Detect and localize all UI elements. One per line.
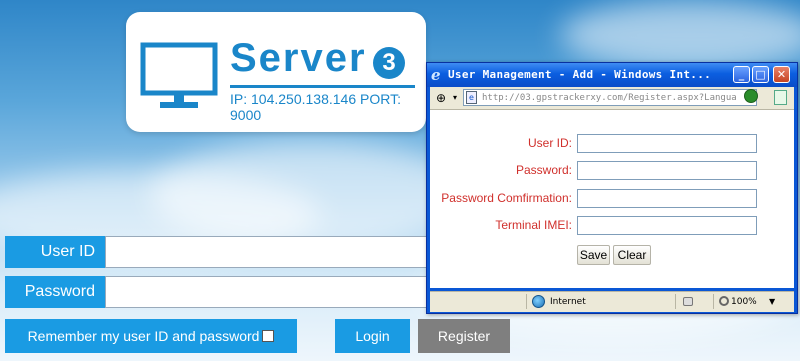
status-divider [526, 294, 527, 309]
protected-mode-icon[interactable] [683, 297, 693, 306]
security-zone: Internet [550, 297, 586, 307]
go-icon[interactable] [744, 89, 758, 103]
reg-user-id-input[interactable] [577, 134, 757, 153]
password-label: Password [5, 276, 105, 308]
cloud-decoration [560, 0, 800, 70]
server-ip-port: IP: 104.250.138.146 PORT: 9000 [230, 91, 401, 123]
status-bar: Internet 100% ▼ [430, 291, 794, 312]
remember-me-checkbox[interactable] [262, 329, 275, 342]
zoom-level[interactable]: 100% [731, 292, 757, 312]
reg-user-id-label: User ID: [527, 136, 572, 150]
address-url: http://03.gpstrackerxy.com/Register.aspx… [482, 93, 737, 103]
logo-divider [230, 85, 415, 88]
minimize-button[interactable]: _ [733, 66, 750, 83]
status-divider [713, 294, 714, 309]
monitor-icon [140, 42, 218, 108]
remember-me-label: Remember my user ID and password [27, 328, 260, 344]
address-field[interactable]: e http://03.gpstrackerxy.com/Register.as… [463, 89, 757, 106]
user-id-label: User ID [5, 236, 105, 268]
user-id-input[interactable] [105, 236, 430, 268]
remember-me-option[interactable]: Remember my user ID and password [5, 319, 297, 353]
reg-password-label: Password: [515, 163, 572, 177]
reg-password-confirm-input[interactable] [577, 189, 757, 208]
close-button[interactable]: ✕ [773, 66, 790, 83]
clear-button[interactable]: Clear [613, 245, 651, 265]
globe-icon [532, 295, 545, 308]
password-input[interactable] [105, 276, 430, 308]
reg-imei-label: Terminal IMEI: [495, 218, 572, 232]
logo-title: Server [230, 36, 367, 80]
logo-number-badge: 3 [373, 47, 405, 79]
zoom-icon[interactable] [719, 296, 729, 306]
window-title-bar[interactable]: e User Management - Add - Windows Int...… [427, 63, 797, 87]
reg-password-input[interactable] [577, 161, 757, 180]
status-divider [675, 294, 676, 309]
chevron-down-icon[interactable]: ▼ [769, 292, 775, 312]
registration-form: User ID: Password: Password Comfirmation… [430, 110, 794, 288]
window-title: User Management - Add - Windows Int... [448, 68, 712, 81]
login-button[interactable]: Login [335, 319, 410, 353]
user-management-window: e User Management - Add - Windows Int...… [426, 62, 798, 314]
maximize-button[interactable]: □ [752, 66, 769, 83]
reg-password-confirm-label: Password Comfirmation: [441, 191, 572, 205]
page-icon: e [466, 91, 477, 104]
ie-logo-icon: e [431, 66, 441, 84]
register-button[interactable]: Register [418, 319, 510, 353]
address-bar: ⊕ ▾ e http://03.gpstrackerxy.com/Registe… [430, 87, 794, 110]
cloud-decoration [150, 140, 470, 250]
reg-imei-input[interactable] [577, 216, 757, 235]
server-logo-card: Server 3 IP: 104.250.138.146 PORT: 9000 [126, 12, 426, 132]
page-options-icon[interactable] [774, 90, 787, 105]
save-button[interactable]: Save [577, 245, 610, 265]
chevron-down-icon[interactable]: ▾ [446, 90, 464, 106]
